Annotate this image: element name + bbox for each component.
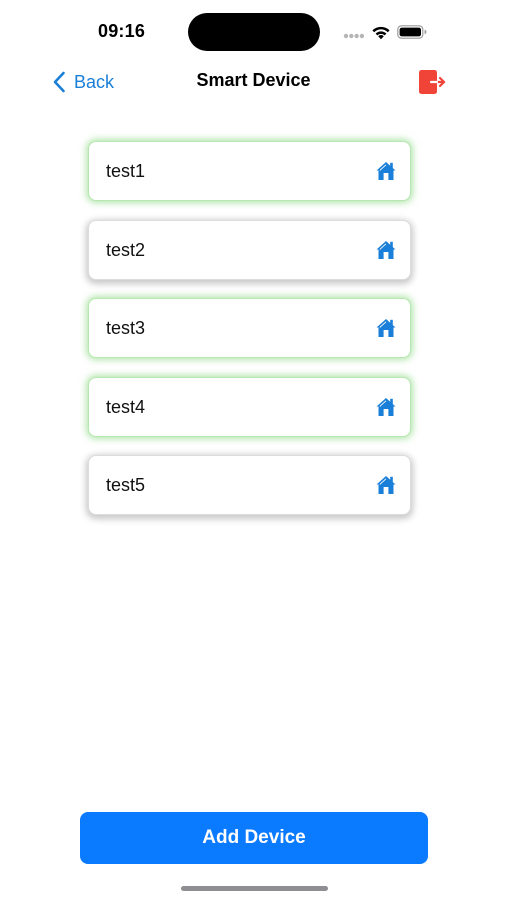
device-card-test1[interactable]: test1 <box>88 141 411 201</box>
home-icon <box>376 476 396 494</box>
device-name: test1 <box>106 161 146 181</box>
dynamic-island <box>188 13 320 51</box>
status-time: 09:16 <box>98 21 146 41</box>
device-list: test1 test2 test3 test4 test5 <box>88 141 411 534</box>
home-icon <box>376 319 396 337</box>
device-name: test2 <box>106 239 146 260</box>
logout-button[interactable] <box>417 68 447 96</box>
navigation-bar: Back Smart Device <box>0 60 507 104</box>
home-indicator[interactable] <box>181 886 328 891</box>
battery-icon <box>397 25 427 39</box>
device-name: test4 <box>106 396 146 417</box>
home-icon <box>376 162 396 180</box>
wifi-icon <box>371 24 391 40</box>
logout-icon <box>419 70 446 94</box>
add-device-button[interactable]: Add Device <box>80 812 428 864</box>
device-card-test4[interactable]: test4 <box>88 376 411 437</box>
home-icon <box>376 240 396 259</box>
device-card-test3[interactable]: test3 <box>88 298 411 358</box>
device-card-test5[interactable]: test5 <box>88 455 411 515</box>
device-name: test5 <box>106 475 146 495</box>
device-name: test3 <box>106 318 146 338</box>
home-icon <box>376 397 396 416</box>
smart-device-screen: 09:16 Back Smart Device test1 test2 test… <box>0 0 507 900</box>
status-bar: 09:16 <box>0 0 507 60</box>
device-card-test2[interactable]: test2 <box>88 219 411 280</box>
cellular-signal-icon <box>343 33 365 39</box>
